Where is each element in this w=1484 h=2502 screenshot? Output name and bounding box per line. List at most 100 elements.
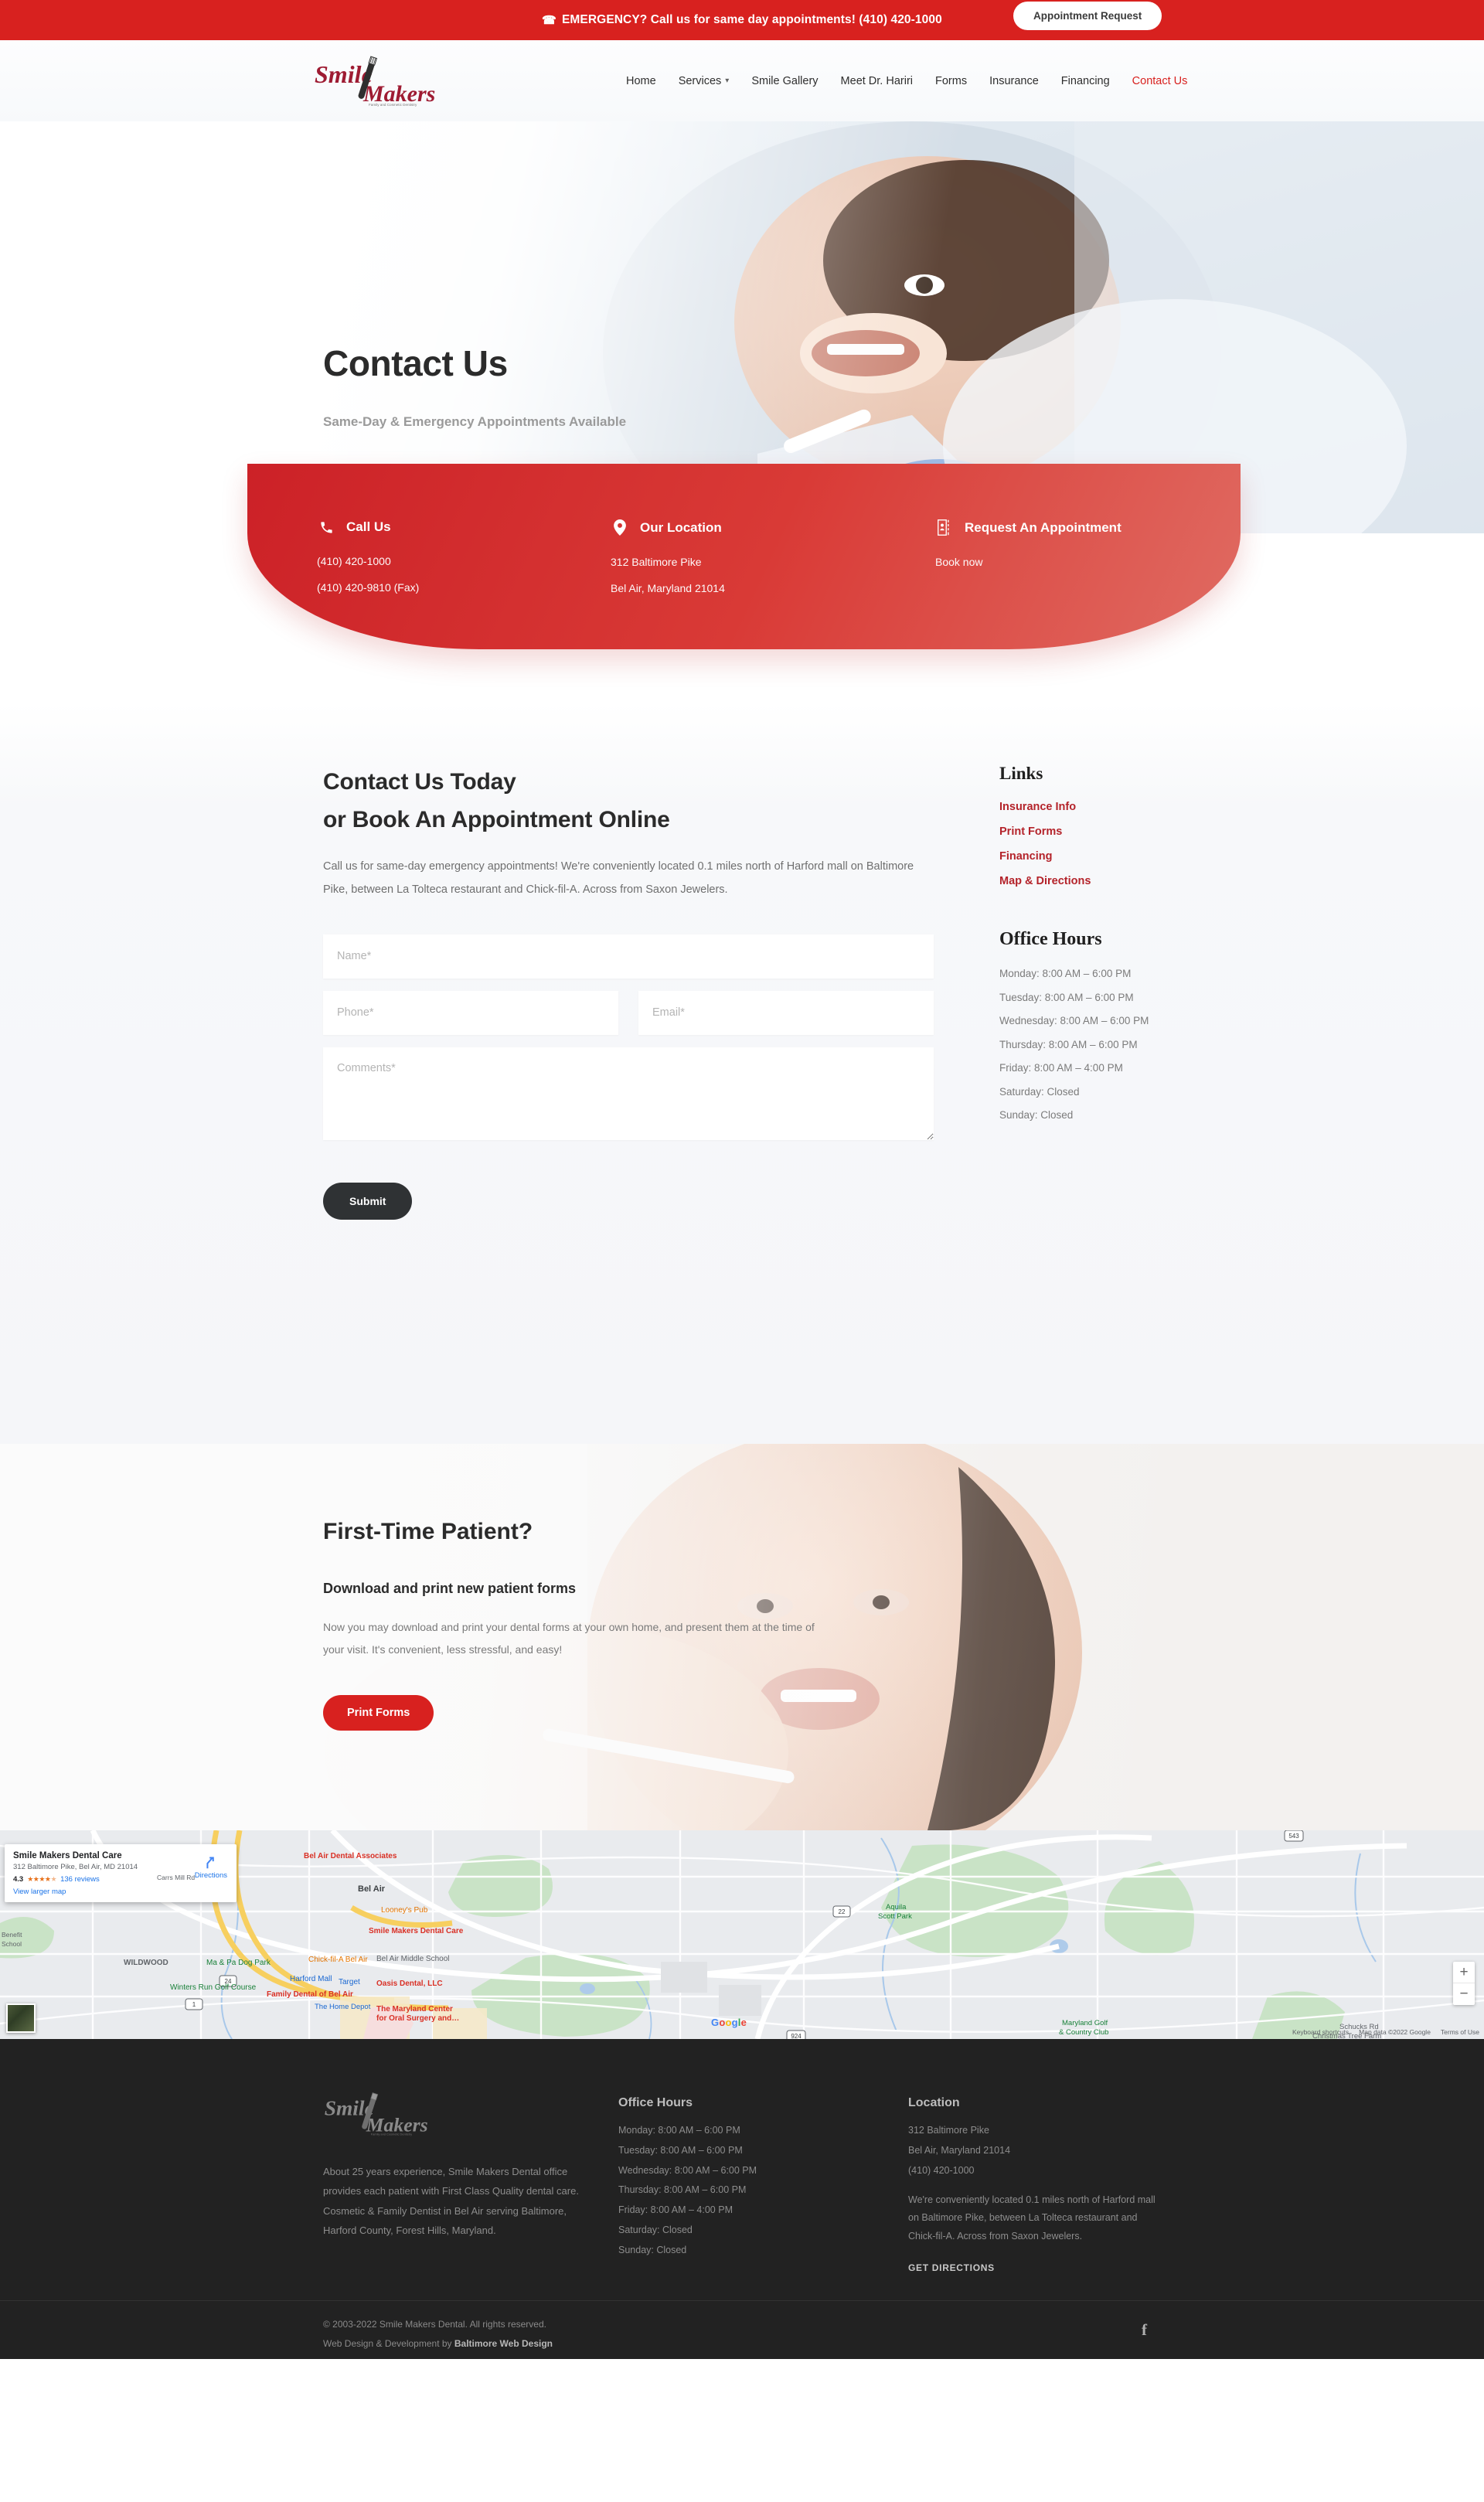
- info-title: Our Location: [640, 519, 722, 535]
- emergency-text: EMERGENCY? Call us for same day appointm…: [561, 13, 942, 26]
- office-hours-block: Office Hours Monday: 8:00 AM – 6:00 PM T…: [999, 929, 1278, 1122]
- map-pin-icon: [611, 519, 629, 536]
- map-label: Bel Air: [358, 1884, 386, 1894]
- footer-about-text: About 25 years experience, Smile Makers …: [323, 2166, 579, 2237]
- contact-lead-text: Call us for same-day emergency appointme…: [323, 860, 914, 896]
- links-heading: Links: [999, 764, 1043, 783]
- svg-text:1: 1: [192, 2001, 196, 2008]
- first-time-patient-subheading: Download and print new patient forms: [323, 1581, 577, 1596]
- contact-form-column: Contact Us Today or Book An Appointment …: [323, 764, 934, 1220]
- info-column-appointment: Request An Appointment Book now: [935, 519, 1171, 649]
- map-label: Oasis Dental, LLC: [376, 1979, 443, 1988]
- site-header: Smile Makers Family and Cosmetic Dentist…: [0, 40, 1484, 121]
- map-label: for Oral Surgery and…: [376, 2014, 460, 2023]
- nav-item-financing[interactable]: Financing: [1061, 75, 1110, 87]
- contact-heading-line1: Contact Us Today: [323, 769, 516, 795]
- nav-item-forms[interactable]: Forms: [935, 75, 967, 87]
- nav-item-services[interactable]: Services ▾: [679, 75, 730, 87]
- nav-label: Smile Gallery: [751, 74, 819, 87]
- sidebar-link-financing[interactable]: Financing: [999, 850, 1278, 863]
- nav-item-insurance[interactable]: Insurance: [989, 75, 1039, 87]
- site-logo[interactable]: Smile Makers Family and Cosmetic Dentist…: [313, 55, 448, 107]
- sidebar-link-map-directions[interactable]: Map & Directions: [999, 875, 1278, 887]
- svg-text:543: 543: [1288, 1833, 1299, 1840]
- google-map[interactable]: 1 24 1 22 924 543 Smile Makers Dent: [0, 1830, 1484, 2039]
- info-column-location: Our Location 312 Baltimore Pike Bel Air,…: [611, 519, 935, 649]
- map-label: Scott Park: [878, 1912, 912, 1921]
- credit-line: Web Design & Development by Baltimore We…: [323, 2334, 553, 2354]
- terms-of-use-link[interactable]: Terms of Use: [1441, 2028, 1479, 2036]
- nav-item-meet-dr-hariri[interactable]: Meet Dr. Hariri: [841, 75, 913, 87]
- footer-location-heading: Location: [908, 2096, 960, 2109]
- name-input[interactable]: [323, 934, 934, 979]
- book-now-link[interactable]: Book now: [935, 556, 1171, 568]
- site-footer: Smile Makers Family and Cosmetic Dentist…: [0, 2039, 1484, 2359]
- map-label: WILDWOOD: [124, 1959, 168, 1967]
- directions-button[interactable]: Directions: [195, 1854, 227, 1880]
- sidebar-link-insurance-info[interactable]: Insurance Info: [999, 801, 1278, 813]
- phone-icon: [317, 520, 335, 535]
- facebook-icon[interactable]: f: [1142, 2320, 1147, 2340]
- main-navigation: Home Services ▾ Smile Gallery Meet Dr. Ha…: [626, 75, 1187, 87]
- map-label: Bel Air Dental Associates: [304, 1852, 397, 1860]
- info-band-zone: Call Us (410) 420-1000 (410) 420-9810 (F…: [0, 464, 1484, 703]
- map-label: Family Dental of Bel Air: [267, 1990, 353, 1999]
- nav-item-contact-us[interactable]: Contact Us: [1132, 75, 1188, 87]
- office-hours-heading: Office Hours: [999, 929, 1102, 949]
- info-line: (410) 420-1000: [317, 555, 391, 567]
- map-card-review-count[interactable]: 136 reviews: [60, 1875, 100, 1884]
- office-hours-list: Monday: 8:00 AM – 6:00 PM Tuesday: 8:00 …: [999, 967, 1278, 1122]
- page-root: ☎ EMERGENCY? Call us for same day appoin…: [0, 0, 1484, 2359]
- footer-hours-row: Friday: 8:00 AM – 4:00 PM: [618, 2204, 733, 2215]
- contact-form: Submit: [323, 934, 934, 1220]
- get-directions-link[interactable]: GET DIRECTIONS: [908, 2262, 995, 2273]
- footer-hours-row: Monday: 8:00 AM – 6:00 PM: [618, 2125, 740, 2136]
- map-attribution: Keyboard shortcuts Map data ©2022 Google…: [1292, 2028, 1479, 2036]
- emergency-bar: ☎ EMERGENCY? Call us for same day appoin…: [0, 0, 1484, 40]
- footer-location-paragraph: We're conveniently located 0.1 miles nor…: [908, 2194, 1156, 2242]
- map-label: Aquila: [886, 1903, 907, 1911]
- phone-icon: ☎: [542, 14, 556, 27]
- sidebar-column: Links Insurance Info Print Forms Financi…: [999, 764, 1278, 1132]
- keyboard-shortcuts-link[interactable]: Keyboard shortcuts: [1292, 2028, 1349, 2036]
- footer-hours-row: Sunday: Closed: [618, 2244, 687, 2255]
- links-list: Insurance Info Print Forms Financing Map…: [999, 801, 1278, 887]
- map-label: Bel Air Middle School: [376, 1955, 450, 1963]
- map-card-rating-score: 4.3: [13, 1875, 24, 1884]
- map-zoom-controls[interactable]: + −: [1453, 1962, 1475, 2005]
- hours-row: Saturday: Closed: [999, 1085, 1080, 1098]
- zoom-in-button[interactable]: +: [1453, 1962, 1475, 1983]
- nav-item-home[interactable]: Home: [626, 75, 656, 87]
- phone-input[interactable]: [323, 990, 618, 1035]
- zoom-out-button[interactable]: −: [1453, 1983, 1475, 2005]
- map-label: Benefit: [2, 1931, 22, 1939]
- svg-text:Family and Cosmetic Dentistry: Family and Cosmetic Dentistry: [371, 2132, 412, 2136]
- map-label: School: [2, 1940, 22, 1948]
- email-input[interactable]: [638, 990, 934, 1035]
- star-rating-icon: ★★★★★: [27, 1875, 57, 1883]
- footer-copyright-group: © 2003-2022 Smile Makers Dental. All rig…: [323, 2315, 553, 2353]
- footer-hours-row: Tuesday: 8:00 AM – 6:00 PM: [618, 2144, 743, 2156]
- map-label: The Maryland Center: [376, 2005, 453, 2014]
- comments-textarea[interactable]: [323, 1047, 934, 1140]
- appointment-request-button[interactable]: Appointment Request: [1013, 2, 1162, 30]
- nav-label: Meet Dr. Hariri: [840, 74, 914, 87]
- hero-subtitle: Same-Day & Emergency Appointments Availa…: [323, 414, 627, 429]
- hours-row: Thursday: 8:00 AM – 6:00 PM: [999, 1038, 1138, 1050]
- nav-label: Services: [678, 74, 722, 87]
- footer-location-phone[interactable]: (410) 420-1000: [908, 2165, 1163, 2177]
- info-line: Bel Air, Maryland 21014: [611, 582, 725, 594]
- map-label: Target: [339, 1978, 360, 1986]
- sidebar-link-print-forms[interactable]: Print Forms: [999, 825, 1278, 838]
- footer-location-row: Bel Air, Maryland 21014: [908, 2144, 1011, 2156]
- view-larger-map-link[interactable]: View larger map: [13, 1888, 228, 1896]
- nav-label: Insurance: [989, 74, 1039, 87]
- nav-label: Contact Us: [1132, 74, 1188, 87]
- emergency-text-group: ☎ EMERGENCY? Call us for same day appoin…: [542, 13, 942, 27]
- nav-label: Forms: [935, 74, 968, 87]
- satellite-toggle-button[interactable]: [6, 2003, 36, 2033]
- print-forms-button[interactable]: Print Forms: [323, 1695, 434, 1731]
- submit-button[interactable]: Submit: [323, 1182, 413, 1220]
- credit-link[interactable]: Baltimore Web Design: [454, 2338, 553, 2349]
- nav-item-smile-gallery[interactable]: Smile Gallery: [751, 75, 818, 87]
